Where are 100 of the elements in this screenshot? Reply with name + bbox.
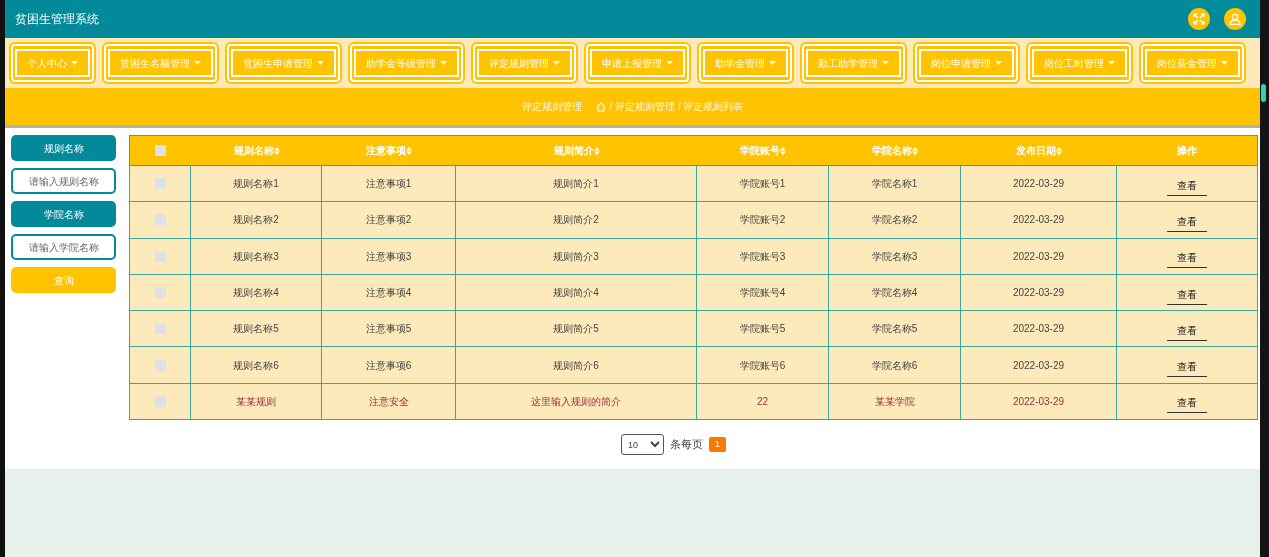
table-cell-text: 规则简介6 bbox=[553, 358, 599, 373]
table-cell-text: 规则名称5 bbox=[233, 322, 279, 337]
caret-icon bbox=[1108, 61, 1115, 65]
table-cell-text: 规则简介4 bbox=[553, 286, 599, 301]
sort-icon bbox=[273, 146, 280, 155]
scrollbar-thumb[interactable] bbox=[1261, 84, 1266, 102]
row-checkbox[interactable] bbox=[154, 250, 166, 262]
search-field[interactable]: 请输入规则名称 bbox=[11, 168, 116, 194]
fullscreen-button[interactable] bbox=[1188, 8, 1210, 30]
nav-menu-button[interactable]: 勤工助学管理 bbox=[802, 44, 905, 82]
table-cell-text: 学院名称3 bbox=[871, 249, 918, 264]
page-size-select[interactable]: 10 bbox=[621, 434, 664, 456]
table-cell-text: 2022-03-29 bbox=[1012, 394, 1065, 409]
table-cell-text: 规则简介2 bbox=[553, 213, 599, 228]
nav-menu-button[interactable]: 贫困生申请管理 bbox=[227, 44, 340, 82]
filter-label: 学院名称 bbox=[11, 201, 116, 227]
table-cell-text: 学院名称2 bbox=[871, 213, 918, 228]
view-link[interactable]: 查看 bbox=[1167, 171, 1207, 196]
table-cell-text: 规则名称3 bbox=[233, 249, 279, 264]
table-cell-text: 学院账号1 bbox=[739, 177, 786, 192]
caret-icon bbox=[440, 61, 447, 65]
caret-icon bbox=[71, 61, 78, 65]
table-cell-text: 注意事项2 bbox=[365, 213, 412, 228]
caret-icon bbox=[995, 61, 1002, 65]
row-checkbox[interactable] bbox=[154, 214, 166, 226]
caret-icon bbox=[1221, 61, 1228, 65]
view-link[interactable]: 查看 bbox=[1167, 207, 1207, 232]
column-header[interactable]: 操作 bbox=[1177, 143, 1197, 158]
nav-menu-button[interactable]: 岗位工时管理 bbox=[1028, 44, 1131, 82]
table-cell-text: 规则简介1 bbox=[553, 177, 599, 192]
sort-icon bbox=[780, 146, 786, 155]
table-cell-text: 22 bbox=[756, 394, 769, 409]
view-link[interactable]: 查看 bbox=[1167, 353, 1207, 378]
table-cell-text: 学院账号3 bbox=[739, 249, 786, 264]
select-all-checkbox[interactable] bbox=[155, 145, 166, 156]
nav-menu-button[interactable]: 助学金管理 bbox=[699, 44, 792, 82]
table-cell-text: 注意事项1 bbox=[365, 177, 412, 192]
nav-menu-button[interactable]: 申请上报管理 bbox=[586, 44, 689, 82]
table-cell-text: 注意事项5 bbox=[365, 322, 412, 337]
caret-icon bbox=[666, 61, 673, 65]
table-cell-text: 2022-03-29 bbox=[1012, 249, 1065, 264]
table-cell-text: 2022-03-29 bbox=[1012, 213, 1065, 228]
user-button[interactable] bbox=[1224, 8, 1246, 30]
view-link[interactable]: 查看 bbox=[1167, 280, 1207, 305]
table-cell-text: 学院名称6 bbox=[871, 358, 918, 373]
nav-menu-button[interactable]: 助学金等级管理 bbox=[350, 44, 463, 82]
table-cell-text: 注意事项3 bbox=[365, 249, 412, 264]
table-cell-text: 规则名称1 bbox=[233, 177, 279, 192]
column-header[interactable]: 注意事项 bbox=[366, 143, 412, 158]
app-title: 贫困生管理系统 bbox=[15, 11, 99, 28]
table-cell-text: 规则名称4 bbox=[233, 286, 279, 301]
table-cell-text: 注意安全 bbox=[368, 394, 409, 409]
nav-menu-button[interactable]: 个人中心 bbox=[11, 44, 94, 82]
table-cell-text: 2022-03-29 bbox=[1012, 322, 1065, 337]
sort-icon bbox=[1056, 146, 1062, 155]
page-button[interactable]: 1 bbox=[709, 437, 726, 453]
table-cell-text: 2022-03-29 bbox=[1012, 358, 1065, 373]
nav-menu-button[interactable]: 岗位申请管理 bbox=[915, 44, 1018, 82]
table-cell-text: 注意事项4 bbox=[365, 286, 412, 301]
row-checkbox[interactable] bbox=[154, 323, 166, 335]
table-cell-text: 学院名称1 bbox=[871, 177, 918, 192]
table-cell-text: 学院名称5 bbox=[871, 322, 918, 337]
table-cell-text: 规则简介3 bbox=[553, 249, 599, 264]
table-cell-text: 学院账号2 bbox=[739, 213, 786, 228]
column-header[interactable]: 发布日期 bbox=[1016, 143, 1062, 158]
table-cell-text: 某某学院 bbox=[874, 394, 915, 409]
expand-icon bbox=[1193, 13, 1205, 25]
nav-menu-button[interactable]: 评定规则管理 bbox=[473, 44, 576, 82]
home-icon bbox=[595, 101, 606, 112]
caret-icon bbox=[317, 61, 324, 65]
table-cell-text: 学院账号4 bbox=[739, 286, 786, 301]
nav-menu-button[interactable]: 贫困生名额管理 bbox=[104, 44, 217, 82]
column-header[interactable]: 规则简介 bbox=[553, 143, 600, 158]
column-header[interactable]: 学院账号 bbox=[740, 143, 786, 158]
user-icon bbox=[1229, 13, 1241, 25]
search-button[interactable]: 查询 bbox=[11, 267, 116, 293]
nav-menu-button[interactable]: 岗位薪金管理 bbox=[1141, 44, 1244, 82]
column-header[interactable]: 学院名称 bbox=[872, 143, 918, 158]
row-checkbox[interactable] bbox=[154, 395, 166, 407]
breadcrumb-path: / 评定规则管理 / 评定规则列表 bbox=[609, 100, 744, 114]
row-checkbox[interactable] bbox=[154, 287, 166, 299]
sort-icon bbox=[593, 146, 600, 155]
view-link[interactable]: 查看 bbox=[1167, 244, 1207, 269]
column-header[interactable]: 规则名称 bbox=[233, 143, 280, 158]
table-cell-text: 规则名称6 bbox=[233, 358, 279, 373]
page-title: 评定规则管理 bbox=[521, 100, 582, 114]
search-field[interactable]: 请输入学院名称 bbox=[11, 234, 116, 260]
caret-icon bbox=[194, 61, 201, 65]
row-checkbox[interactable] bbox=[154, 359, 166, 371]
view-link[interactable]: 查看 bbox=[1167, 389, 1207, 414]
table-cell-text: 某某规则 bbox=[236, 394, 276, 409]
filter-label: 规则名称 bbox=[11, 135, 116, 161]
table-cell-text: 学院账号6 bbox=[739, 358, 786, 373]
sort-icon bbox=[912, 146, 918, 155]
table-cell-text: 注意事项6 bbox=[365, 358, 412, 373]
table-cell-text: 规则名称2 bbox=[233, 213, 279, 228]
view-link[interactable]: 查看 bbox=[1167, 316, 1207, 341]
table-cell-text: 2022-03-29 bbox=[1012, 177, 1065, 192]
row-checkbox[interactable] bbox=[154, 178, 166, 190]
table-cell-text: 学院账号5 bbox=[739, 322, 786, 337]
